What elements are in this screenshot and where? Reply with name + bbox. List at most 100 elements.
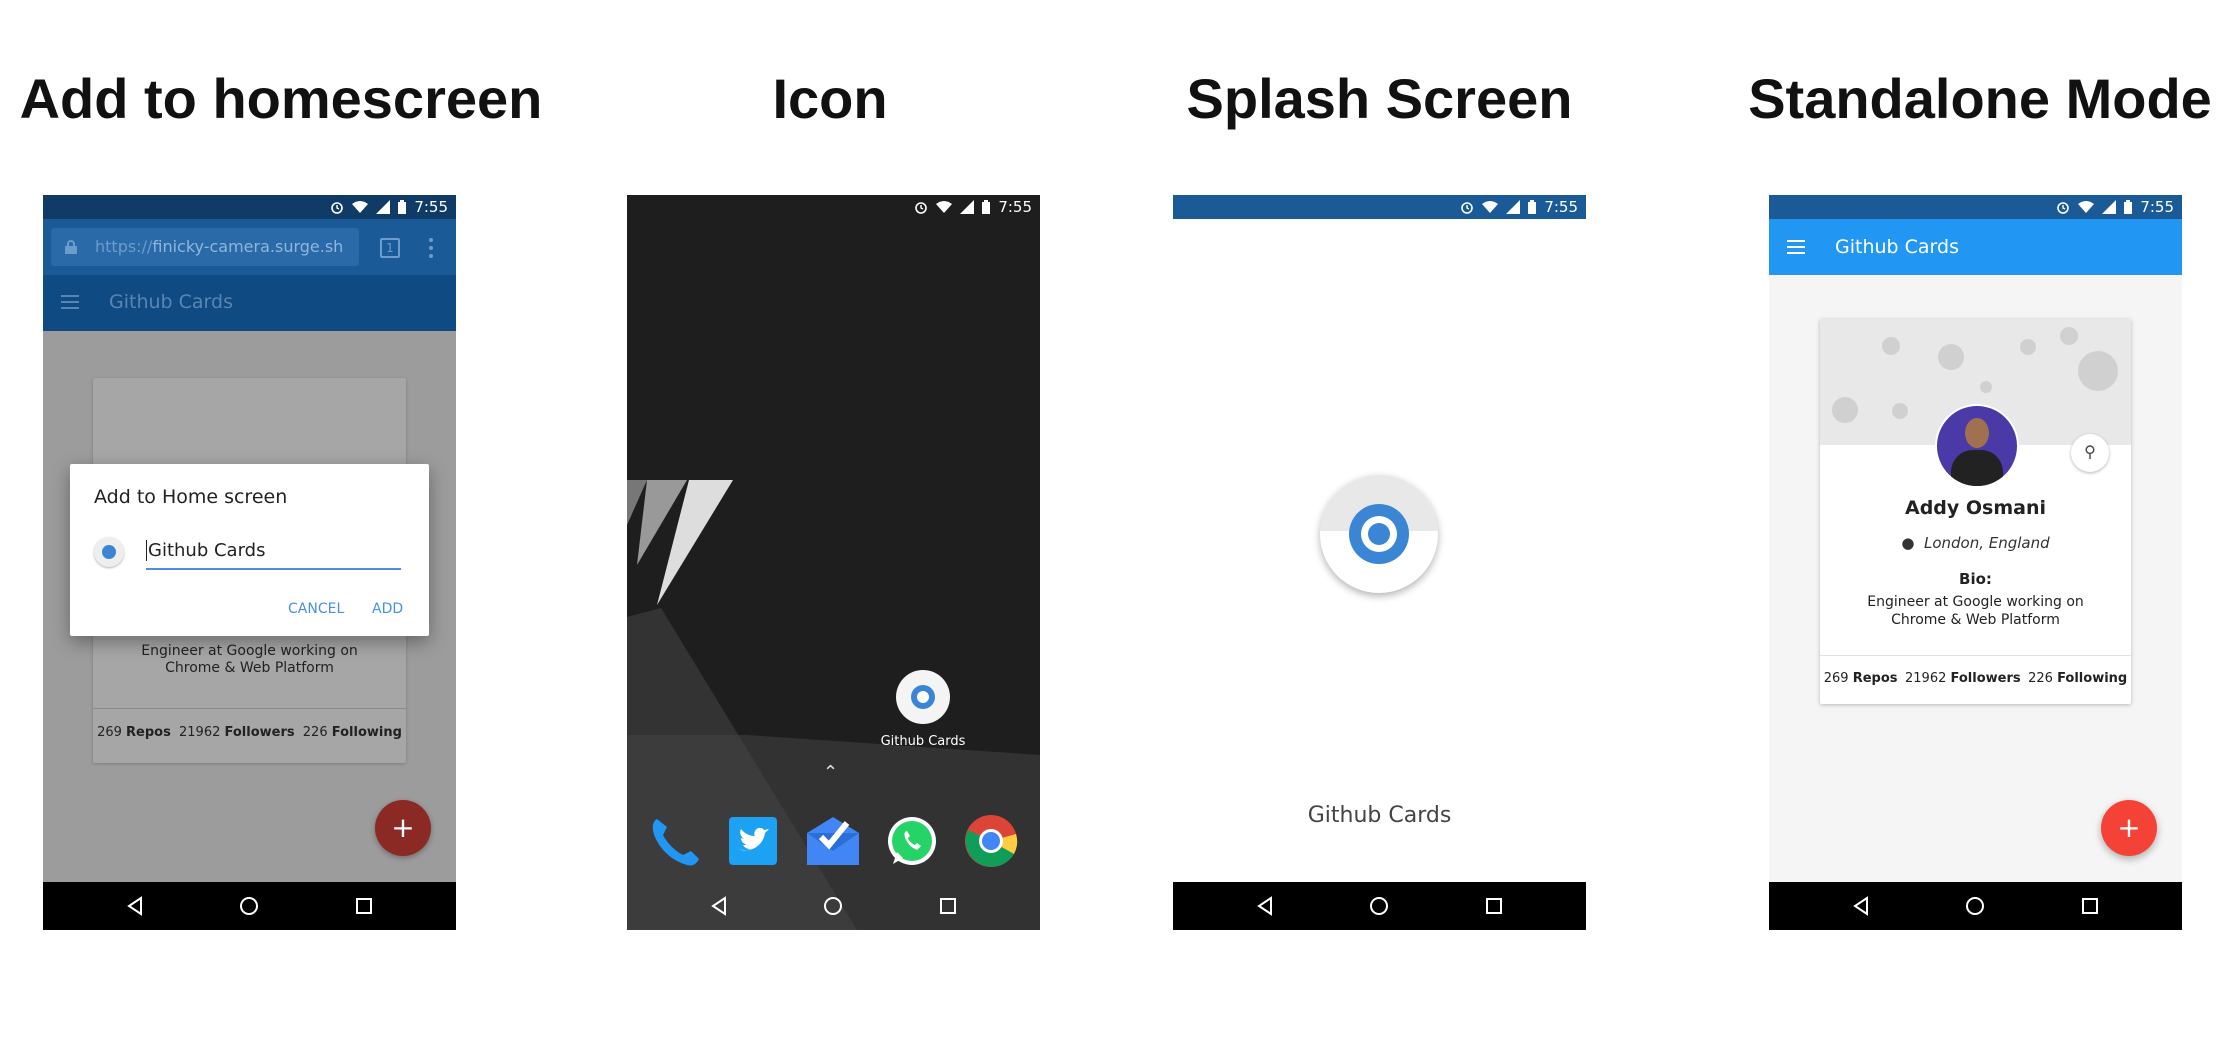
back-icon[interactable] — [1253, 894, 1277, 918]
status-bar: 7:55 — [43, 195, 456, 219]
status-time: 7:55 — [1544, 198, 1578, 216]
add-to-home-dialog: Add to Home screen Github Cards CANCEL A… — [70, 464, 429, 636]
alarm-icon — [1461, 202, 1474, 214]
alarm-icon — [2057, 202, 2070, 214]
phone-splash-screen: 7:55 Github Cards — [1173, 195, 1586, 930]
nav-bar — [1769, 882, 2182, 930]
home-icon[interactable] — [1367, 894, 1391, 918]
splash-app-icon — [1320, 475, 1438, 593]
wifi-icon — [936, 201, 953, 213]
app-toolbar: Github Cards — [43, 275, 456, 331]
home-icon[interactable] — [1963, 894, 1987, 918]
github-cards-icon — [896, 670, 950, 724]
phone-standalone-mode: 7:55 Github Cards ⚲ Addy Osmani ● London — [1769, 195, 2182, 930]
status-time: 7:55 — [414, 198, 448, 216]
stat-following: 226 Following — [302, 725, 402, 740]
phone-add-to-homescreen: 7:55 https://finicky-camera.surge.sh 1 G… — [43, 195, 456, 930]
dock — [627, 793, 1040, 882]
url-bar[interactable]: https://finicky-camera.surge.sh — [51, 228, 359, 266]
stats-row: 269 Repos 21962 Followers 226 Following — [1820, 671, 2131, 686]
heading-icon: Icon — [772, 67, 888, 130]
bio-label: Bio: — [1959, 570, 1992, 588]
menu-icon[interactable] — [61, 295, 79, 309]
back-icon[interactable] — [1849, 894, 1873, 918]
inbox-icon[interactable] — [805, 815, 861, 867]
location-pin-icon: ● — [1901, 534, 1915, 552]
battery-icon — [982, 200, 991, 214]
nav-bar — [43, 882, 456, 930]
whatsapp-icon[interactable] — [885, 814, 939, 868]
battery-icon — [1528, 200, 1537, 214]
stat-followers: 21962 Followers — [179, 725, 295, 740]
overflow-menu-icon[interactable] — [429, 238, 433, 258]
twitter-icon[interactable] — [727, 815, 779, 867]
back-icon[interactable] — [707, 894, 731, 918]
stat-repos: 269 Repos — [1823, 671, 1898, 686]
bio-text: Engineer at Google working on Chrome & W… — [1820, 593, 2131, 629]
link-button[interactable]: ⚲ — [2071, 434, 2109, 472]
splash-app-name: Github Cards — [1307, 803, 1452, 828]
divider — [1820, 655, 2131, 656]
recents-icon[interactable] — [1482, 894, 1506, 918]
add-fab[interactable]: + — [2101, 800, 2157, 856]
chrome-icon[interactable] — [964, 814, 1018, 868]
url-text: https://finicky-camera.surge.sh — [95, 237, 343, 256]
profile-card: ⚲ Addy Osmani ● London, England Bio: Eng… — [1820, 319, 2131, 704]
toolbar-title: Github Cards — [1835, 236, 1959, 258]
status-time: 7:55 — [998, 198, 1032, 216]
dialog-title: Add to Home screen — [94, 486, 288, 508]
add-fab[interactable]: + — [375, 800, 431, 856]
app-drawer-arrow[interactable]: ⌃ — [823, 762, 838, 783]
bio-line-2: Chrome & Web Platform — [165, 660, 334, 676]
signal-icon — [2102, 200, 2117, 214]
status-bar: 7:55 — [1769, 195, 2182, 219]
shortcut-label: Github Cards — [880, 734, 966, 749]
phone-icon[interactable] — [647, 813, 703, 869]
link-icon: ⚲ — [2084, 444, 2096, 461]
home-icon[interactable] — [237, 894, 261, 918]
recents-icon[interactable] — [352, 894, 376, 918]
avatar — [1935, 404, 2019, 488]
profile-location: ● London, England — [1820, 534, 2131, 552]
input-value: Github Cards — [146, 540, 266, 561]
add-button[interactable]: ADD — [372, 601, 403, 617]
lock-icon — [65, 240, 77, 254]
wifi-icon — [1482, 201, 1499, 213]
heading-splash-screen: Splash Screen — [1186, 67, 1573, 130]
stat-following: 226 Following — [2028, 671, 2128, 686]
app-toolbar: Github Cards — [1769, 219, 2182, 275]
battery-icon — [2124, 200, 2133, 214]
app-name-input[interactable]: Github Cards — [146, 540, 401, 570]
status-bar: 7:55 — [1173, 195, 1586, 219]
tab-switcher-button[interactable]: 1 — [380, 238, 400, 258]
signal-icon — [376, 200, 391, 214]
home-shortcut-github-cards[interactable]: Github Cards — [863, 670, 983, 749]
app-icon — [94, 537, 124, 567]
cancel-button[interactable]: CANCEL — [288, 601, 344, 617]
battery-icon — [398, 200, 407, 214]
heading-add-to-homescreen: Add to homescreen — [19, 67, 543, 130]
toolbar-title: Github Cards — [109, 291, 233, 313]
menu-icon[interactable] — [1787, 240, 1805, 254]
bio-line-1: Engineer at Google working on — [1867, 594, 2084, 610]
browser-toolbar: https://finicky-camera.surge.sh 1 — [43, 219, 456, 275]
recents-icon[interactable] — [936, 894, 960, 918]
back-icon[interactable] — [123, 894, 147, 918]
location-text: London, England — [1923, 534, 2050, 552]
wifi-icon — [352, 201, 369, 213]
status-time: 7:55 — [2140, 198, 2174, 216]
phone-launcher: 7:55 Github Cards ⌃ — [627, 195, 1040, 930]
wifi-icon — [2078, 201, 2095, 213]
stat-repos: 269 Repos — [97, 725, 171, 740]
stat-followers: 21962 Followers — [1905, 671, 2021, 686]
nav-bar — [627, 882, 1040, 930]
url-prefix: https:// — [95, 237, 153, 256]
heading-standalone-mode: Standalone Mode — [1748, 67, 2212, 130]
signal-icon — [960, 200, 975, 214]
stats-row: 269 Repos 21962 Followers 226 Following — [93, 725, 406, 740]
bio-line-1: Engineer at Google working on — [141, 643, 358, 659]
recents-icon[interactable] — [2078, 894, 2102, 918]
alarm-icon — [331, 202, 344, 214]
bio-text: Engineer at Google working on Chrome & W… — [93, 643, 406, 677]
home-icon[interactable] — [821, 894, 845, 918]
